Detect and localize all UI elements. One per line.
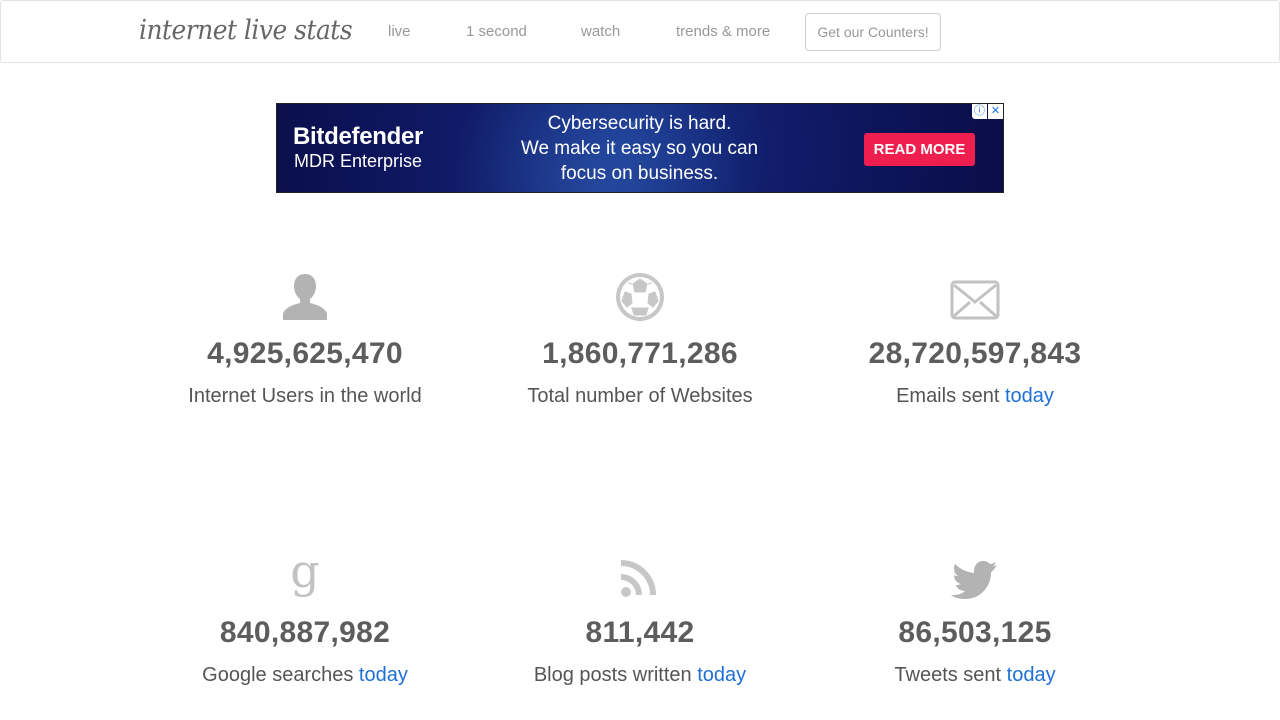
top-navbar: internet live stats live 1 second watch …	[0, 0, 1280, 63]
stat-label: Blog posts written today	[480, 663, 800, 687]
stat-label: Emails sent today	[815, 384, 1135, 408]
stat-label: Total number of Websites	[527, 385, 753, 407]
stat-value: 811,442	[585, 616, 695, 649]
envelope-icon	[950, 280, 1000, 320]
nav-link-live[interactable]: live	[388, 23, 411, 40]
stat-label: Tweets sent today	[815, 663, 1135, 687]
today-link[interactable]: today	[697, 664, 746, 686]
ad-banner[interactable]: Bitdefender MDR Enterprise Cybersecurity…	[276, 103, 1004, 193]
today-link[interactable]: today	[1005, 385, 1054, 407]
globe-icon	[616, 273, 664, 321]
stat-label-text: Emails sent	[896, 385, 1000, 407]
twitter-icon	[951, 561, 997, 599]
stat-value: 4,925,625,470	[207, 337, 403, 370]
stat-label-text: Tweets sent	[894, 664, 1002, 686]
nav-link-trends[interactable]: trends & more	[676, 23, 770, 40]
stat-tweets: 86,503,125 Tweets sent today	[815, 551, 1135, 687]
today-link[interactable]: today	[359, 664, 408, 686]
ad-headline: Cybersecurity is hard. We make it easy s…	[497, 111, 782, 186]
google-icon: g	[290, 551, 319, 598]
stat-label: Google searches today	[145, 663, 465, 687]
get-counters-button[interactable]: Get our Counters!	[805, 13, 941, 51]
stat-google-searches: g 840,887,982 Google searches today	[145, 551, 465, 687]
stat-blog-posts: 811,442 Blog posts written today	[480, 551, 800, 687]
svg-text:g: g	[290, 551, 319, 598]
stat-internet-users: 4,925,625,470 Internet Users in the worl…	[145, 272, 465, 408]
ad-close-icon[interactable]: ✕	[988, 104, 1003, 119]
stat-label: Internet Users in the world	[188, 385, 422, 407]
nav-link-1-second[interactable]: 1 second	[466, 23, 527, 40]
ad-brand-name: Bitdefender	[293, 123, 424, 150]
ad-product-name: MDR Enterprise	[294, 151, 423, 171]
stat-value: 28,720,597,843	[868, 337, 1082, 370]
user-icon	[283, 274, 327, 320]
stat-value: 86,503,125	[898, 616, 1052, 649]
ad-info-icon[interactable]: ⓘ	[972, 104, 987, 119]
site-logo[interactable]: internet live stats	[139, 15, 353, 46]
stat-label-text: Blog posts written	[533, 664, 692, 686]
stat-value: 1,860,771,286	[542, 337, 738, 370]
stat-emails: 28,720,597,843 Emails sent today	[815, 272, 1135, 408]
ad-headline-line1: Cybersecurity is hard.	[547, 113, 732, 134]
ad-headline-line3: focus on business.	[560, 163, 719, 184]
stat-value: 840,887,982	[219, 616, 391, 649]
nav-link-watch[interactable]: watch	[581, 23, 620, 40]
ad-headline-line2: We make it easy so you can	[520, 138, 759, 159]
ad-read-more-button[interactable]: READ MORE	[864, 133, 975, 166]
stat-label-text: Google searches	[202, 664, 354, 686]
today-link[interactable]: today	[1007, 664, 1056, 686]
stat-websites: 1,860,771,286 Total number of Websites	[480, 272, 800, 408]
rss-icon	[620, 560, 656, 597]
